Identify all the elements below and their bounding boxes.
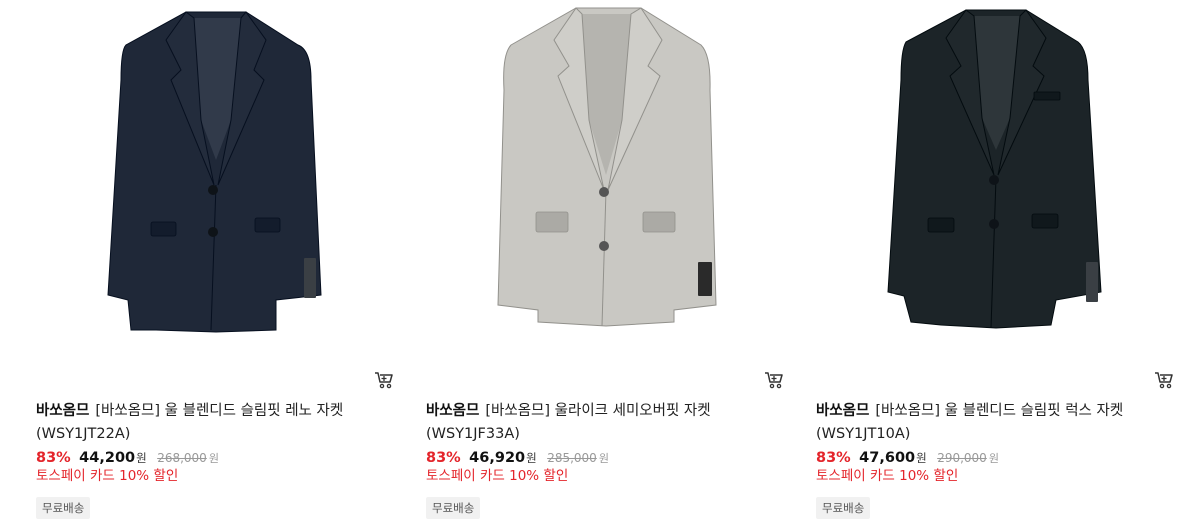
jacket-image — [107, 11, 322, 333]
discount-rate: 83% — [816, 450, 851, 466]
original-price: 285,000 — [547, 451, 597, 465]
card-promo-text: 토스페이 카드 10% 할인 — [816, 468, 959, 484]
product-card[interactable]: 바쏘옴므 [바쏘옴므] 울라이크 세미오버핏 자켓 (WSY1JF33A) 83%… — [426, 0, 786, 525]
free-shipping-badge: 무료배송 — [816, 497, 871, 519]
original-currency-label: 원 — [598, 452, 609, 465]
add-to-cart-button[interactable] — [764, 370, 784, 390]
free-shipping-badge: 무료배송 — [36, 497, 91, 519]
cart-icon — [1155, 372, 1173, 389]
product-title[interactable]: 바쏘옴므 [바쏘옴므] 울 블렌디드 슬림핏 럭스 자켓 (WSY1JT10A) — [816, 400, 1161, 446]
free-shipping-badge: 무료배송 — [426, 497, 481, 519]
sale-price: 44,200 — [79, 450, 136, 466]
jacket-image — [887, 9, 1102, 329]
cart-icon — [765, 372, 783, 389]
sale-price: 46,920 — [469, 450, 526, 466]
product-card[interactable]: 바쏘옴므 [바쏘옴므] 울 블렌디드 슬림핏 레노 자켓 (WSY1JT22A) … — [36, 0, 396, 525]
sale-price: 47,600 — [859, 450, 916, 466]
add-to-cart-button[interactable] — [374, 370, 394, 390]
original-price: 290,000 — [937, 451, 987, 465]
card-promo-text: 토스페이 카드 10% 할인 — [426, 468, 569, 484]
cart-icon — [375, 372, 393, 389]
product-grid: 바쏘옴므 [바쏘옴므] 울 블렌디드 슬림핏 레노 자켓 (WSY1JT22A) … — [0, 0, 1198, 525]
brand-name: 바쏘옴므 — [426, 403, 480, 419]
currency-label: 원 — [916, 451, 927, 465]
jacket-image — [497, 7, 717, 327]
currency-label: 원 — [526, 451, 537, 465]
brand-name: 바쏘옴므 — [816, 403, 870, 419]
currency-label: 원 — [136, 451, 147, 465]
product-image[interactable] — [816, 0, 1176, 345]
original-currency-label: 원 — [208, 452, 219, 465]
add-to-cart-button[interactable] — [1154, 370, 1174, 390]
brand-name: 바쏘옴므 — [36, 403, 90, 419]
original-price: 268,000 — [157, 451, 207, 465]
card-promo-text: 토스페이 카드 10% 할인 — [36, 468, 179, 484]
product-title[interactable]: 바쏘옴므 [바쏘옴므] 울 블렌디드 슬림핏 레노 자켓 (WSY1JT22A) — [36, 400, 381, 446]
discount-rate: 83% — [426, 450, 461, 466]
product-card[interactable]: 바쏘옴므 [바쏘옴므] 울 블렌디드 슬림핏 럭스 자켓 (WSY1JT10A) … — [816, 0, 1176, 525]
discount-rate: 83% — [36, 450, 71, 466]
product-image[interactable] — [426, 0, 786, 345]
original-currency-label: 원 — [988, 452, 999, 465]
product-title[interactable]: 바쏘옴므 [바쏘옴므] 울라이크 세미오버핏 자켓 (WSY1JF33A) — [426, 400, 771, 446]
product-image[interactable] — [36, 0, 396, 345]
